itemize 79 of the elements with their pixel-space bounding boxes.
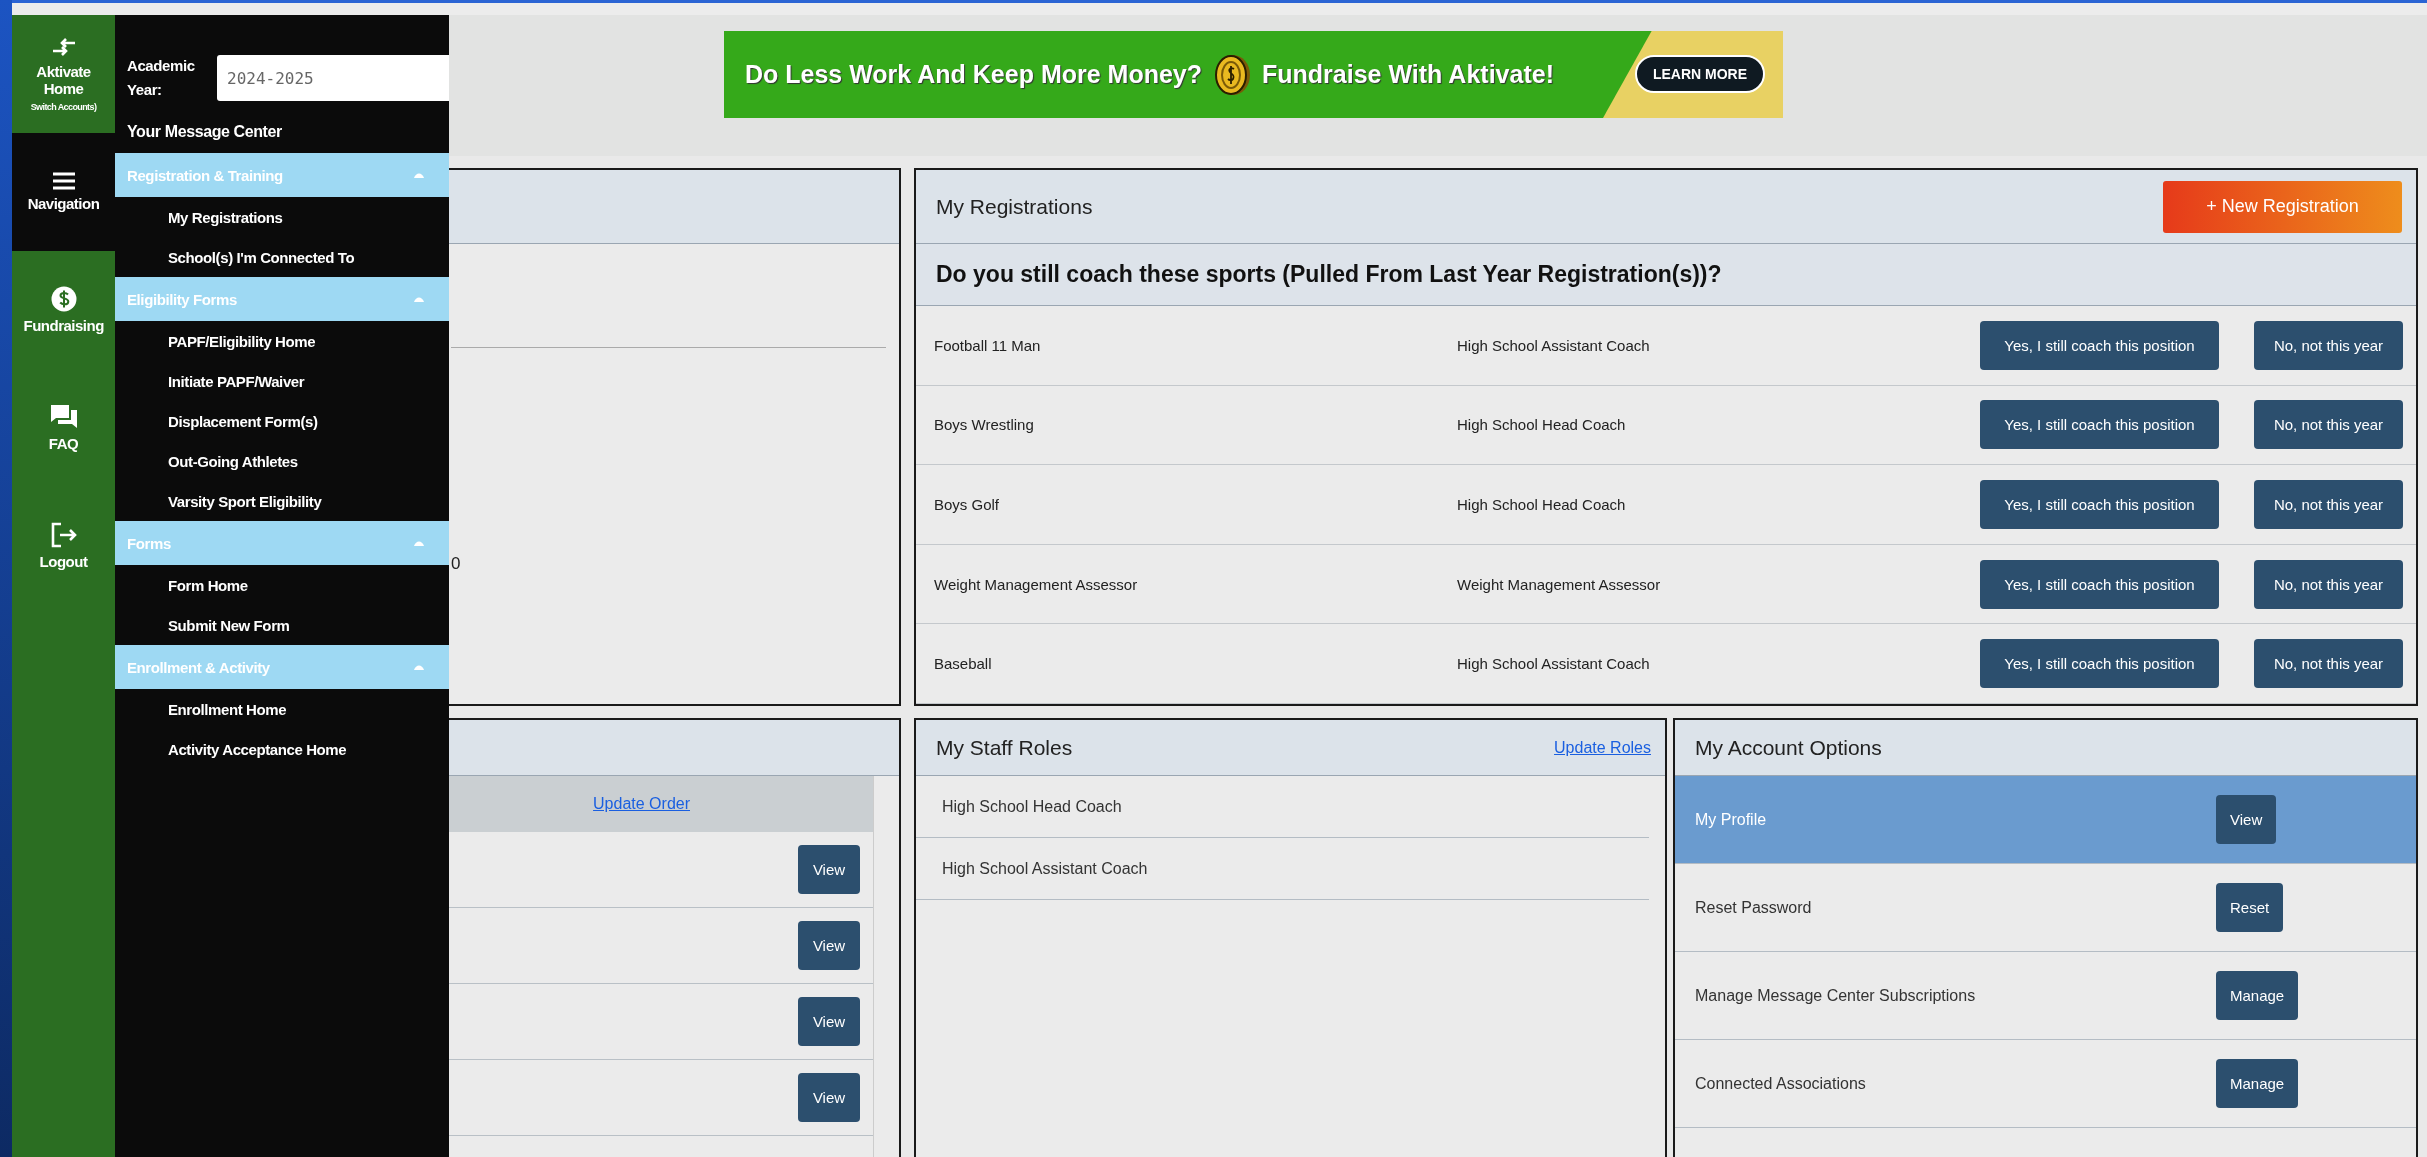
sidebar-item[interactable]: Aktivate Home Switch Accounts) (12, 15, 115, 133)
menu-item[interactable]: Form Home (115, 565, 449, 605)
update-order-link[interactable]: Update Order (593, 795, 690, 813)
menu-item[interactable]: PAPF/Eligibility Home (115, 321, 449, 361)
decline-button[interactable]: No, not this year (2254, 320, 2403, 370)
option-label: My Profile (1695, 810, 1768, 829)
update-roles-link[interactable]: Update Roles (1554, 738, 1651, 757)
caret-icon (413, 295, 425, 303)
menu-item[interactable]: My Registrations (115, 197, 449, 237)
banner-text: Do Less Work And Keep More Money? (745, 60, 1202, 89)
option-button[interactable]: View (2216, 795, 2277, 844)
decline-button[interactable]: No, not this year (2254, 400, 2403, 450)
role-item: High School Head Coach (916, 776, 1649, 838)
confirm-button[interactable]: Yes, I still coach this position (1980, 320, 2219, 370)
academic-year-field[interactable]: 2024-2025 (217, 55, 449, 101)
menu-item[interactable]: School(s) I'm Connected To (115, 237, 449, 277)
sport-name: Football 11 Man (934, 336, 1042, 354)
swap-arrows-icon (50, 35, 77, 58)
role-name: High School Assistant Coach (1457, 655, 1651, 673)
view-button[interactable]: View (798, 921, 860, 970)
panel-text: 0 (451, 554, 461, 574)
fundraising-banner[interactable]: Do Less Work And Keep More Money? Fundraise With Aktivate! LEARN MORE (724, 31, 1783, 118)
menu-item[interactable]: Displacement Form(s) (115, 401, 449, 441)
learn-more-button[interactable]: LEARN MORE (1634, 55, 1765, 93)
menu-item[interactable]: Initiate PAPF/Waiver (115, 361, 449, 401)
view-button[interactable]: View (798, 997, 860, 1046)
sport-name: Boys Wrestling (934, 416, 1035, 434)
new-registration-button[interactable]: + New Registration (2163, 180, 2402, 233)
role-name: High School Head Coach (1457, 416, 1627, 434)
panel-title: My Account Options (1695, 735, 1882, 760)
sport-name: Baseball (934, 655, 993, 673)
role-name: High School Assistant Coach (1457, 336, 1651, 354)
option-button[interactable]: Reset (2216, 883, 2284, 932)
sport-name: Weight Management Assessor (934, 575, 1139, 593)
coin-icon (1212, 52, 1252, 97)
sport-name: Boys Golf (934, 496, 1001, 513)
role-item: High School Assistant Coach (916, 838, 1649, 900)
decline-button[interactable]: No, not this year (2254, 559, 2403, 609)
menu-item[interactable]: Varsity Sport Eligibility (115, 481, 449, 521)
view-button[interactable]: View (798, 1073, 860, 1122)
option-label: Connected Associations (1695, 1074, 1867, 1093)
chat-icon (49, 403, 78, 430)
logout-icon (49, 521, 78, 548)
account-option-row[interactable]: Connected Associations Manage (1675, 1040, 2416, 1128)
option-button[interactable]: Manage (2216, 1059, 2299, 1108)
confirm-button[interactable]: Yes, I still coach this position (1980, 400, 2219, 450)
role-name: High School Head Coach (1457, 496, 1627, 513)
role-name: Weight Management Assessor (1457, 575, 1662, 593)
option-label: Manage Message Center Subscriptions (1695, 986, 1977, 1005)
panel-title: My Registrations (936, 194, 1093, 219)
menu-icon (51, 171, 76, 190)
sidebar-item[interactable]: Fundraising (12, 251, 115, 369)
account-option-row[interactable]: Manage Message Center Subscriptions Manage (1675, 952, 2416, 1040)
caret-icon (413, 171, 425, 179)
decline-button[interactable]: No, not this year (2254, 639, 2403, 689)
sidebar-item[interactable]: Navigation (12, 133, 115, 251)
banner-text: Fundraise With Aktivate! (1262, 60, 1554, 89)
confirm-button[interactable]: Yes, I still coach this position (1980, 559, 2219, 609)
menu-item[interactable]: Your Message Center (115, 111, 449, 153)
menu-item[interactable]: Enrollment Home (115, 689, 449, 729)
panel-title: My Staff Roles (936, 735, 1073, 760)
option-label: Reset Password (1695, 898, 1813, 917)
confirm-button[interactable]: Yes, I still coach this position (1980, 639, 2219, 689)
menu-item[interactable]: Submit New Form (115, 605, 449, 645)
account-option-row[interactable]: Reset Password Reset (1675, 864, 2416, 952)
menu-item[interactable]: Activity Acceptance Home (115, 729, 449, 769)
question-text: Do you still coach these sports (Pulled From Last Year Registration(s))? (936, 261, 1722, 288)
caret-icon (413, 539, 425, 547)
menu-item[interactable]: Out-Going Athletes (115, 441, 449, 481)
sidebar-item[interactable]: FAQ (12, 369, 115, 487)
view-button[interactable]: View (798, 845, 860, 894)
dollar-icon (50, 285, 77, 312)
option-button[interactable]: Manage (2216, 971, 2299, 1020)
confirm-button[interactable]: Yes, I still coach this position (1980, 480, 2219, 529)
decline-button[interactable]: No, not this year (2254, 480, 2403, 529)
caret-icon (413, 663, 425, 671)
sidebar-item[interactable]: Logout (12, 487, 115, 605)
account-option-row[interactable]: My Profile View (1675, 776, 2416, 864)
academic-year-label: Academic Year: (127, 56, 196, 100)
